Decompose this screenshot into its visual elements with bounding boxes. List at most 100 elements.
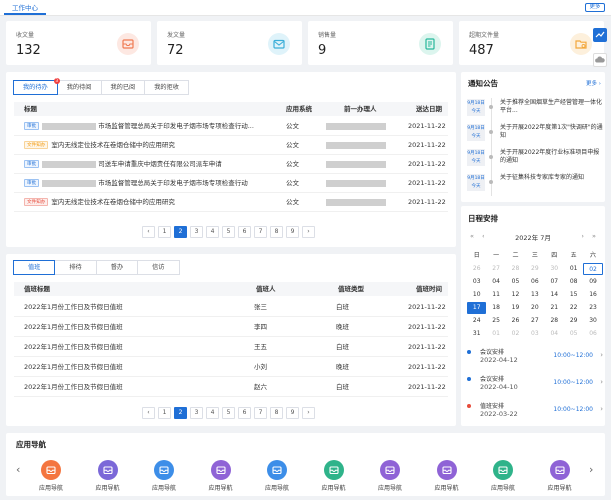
duty-row[interactable]: 2022年1月份工作日及节假日值班 小刘 晚班 2021-11-22 — [14, 357, 448, 377]
calendar-day[interactable]: 30 — [545, 263, 564, 275]
tab-my-rejected[interactable]: 我的拒收 — [144, 80, 189, 95]
page-button[interactable]: 8 — [270, 407, 283, 419]
tab-my-toread[interactable]: 我的待阅 — [56, 80, 102, 95]
next-month-icon[interactable]: › — [581, 232, 584, 240]
calendar-day[interactable]: 02 — [506, 328, 525, 340]
calendar-day[interactable]: 14 — [545, 289, 564, 301]
page-button[interactable]: 9 — [286, 226, 299, 238]
next-page-button[interactable]: › — [302, 407, 315, 419]
page-button[interactable]: 9 — [286, 407, 299, 419]
calendar-day[interactable]: 26 — [467, 263, 486, 275]
calendar-day[interactable]: 01 — [564, 263, 583, 275]
duty-title[interactable]: 2022年1月份工作日及节假日值班 — [24, 377, 123, 397]
page-button[interactable]: 2 — [174, 226, 187, 238]
calendar-day[interactable]: 30 — [583, 315, 602, 327]
calendar-day[interactable]: 18 — [486, 302, 505, 314]
notice-item[interactable]: 9月18日 今天 关于征集科技专家库专家的通知 — [467, 174, 603, 196]
task-row[interactable]: 文件知办 室内无线定位技术在卷烟仓储中的应用研究 公文 2021-11-22 — [14, 193, 448, 212]
chart-icon[interactable] — [593, 28, 607, 42]
app-nav-item[interactable]: 应用导航 — [259, 460, 295, 492]
calendar-day[interactable]: 28 — [545, 315, 564, 327]
schedule-item[interactable]: 值班安排 2022-03-22 10:00~12:00 › — [467, 401, 603, 425]
duty-title[interactable]: 2022年1月份工作日及节假日值班 — [24, 297, 123, 317]
app-nav-item[interactable]: 应用导航 — [203, 460, 239, 492]
calendar-day[interactable]: 13 — [525, 289, 544, 301]
calendar-day[interactable]: 11 — [486, 289, 505, 301]
next-page-button[interactable]: › — [302, 226, 315, 238]
calendar-day[interactable]: 22 — [564, 302, 583, 314]
page-button[interactable]: 5 — [222, 226, 235, 238]
duty-title[interactable]: 2022年1月份工作日及节假日值班 — [24, 317, 123, 337]
task-row[interactable]: 审批 市场监督管理总局关于印发电子烟市场专项检查行动 公文 2021-11-22 — [14, 174, 448, 193]
calendar-day[interactable]: 26 — [506, 315, 525, 327]
page-button[interactable]: 4 — [206, 407, 219, 419]
page-button[interactable]: 3 — [190, 226, 203, 238]
calendar-day[interactable]: 08 — [564, 276, 583, 288]
calendar-day[interactable]: 16 — [583, 289, 602, 301]
calendar-day[interactable]: 27 — [525, 315, 544, 327]
page-button[interactable]: 6 — [238, 407, 251, 419]
page-button[interactable]: 5 — [222, 407, 235, 419]
tab-supervise[interactable]: 督办 — [95, 260, 139, 275]
page-button[interactable]: 2 — [174, 407, 187, 419]
notice-item[interactable]: 9月18日 今天 关于开展2022年度行业标准项目申报的通知 — [467, 149, 603, 171]
calendar-day[interactable]: 06 — [583, 328, 602, 340]
task-title[interactable]: 市场监督管理总局关于印发电子烟市场专项检查行动... — [98, 122, 254, 130]
calendar-day[interactable]: 19 — [506, 302, 525, 314]
duty-row[interactable]: 2022年1月份工作日及节假日值班 张三 白班 2021-11-22 — [14, 297, 448, 317]
chevron-right-icon[interactable]: › — [600, 351, 603, 359]
calendar-day[interactable]: 28 — [506, 263, 525, 275]
task-title[interactable]: 室内无线定位技术在卷烟仓储中的应用研究 — [51, 198, 175, 206]
calendar-day[interactable]: 29 — [525, 263, 544, 275]
calendar-day[interactable]: 23 — [583, 302, 602, 314]
calendar-day[interactable]: 12 — [506, 289, 525, 301]
calendar-day[interactable]: 21 — [545, 302, 564, 314]
prev-page-button[interactable]: ‹ — [142, 226, 155, 238]
more-button[interactable]: 更多 — [585, 3, 605, 12]
page-button[interactable]: 1 — [158, 226, 171, 238]
calendar-day[interactable]: 17 — [467, 302, 487, 314]
notice-text[interactable]: 关于开展2022年度行业标准项目申报的通知 — [500, 149, 604, 165]
app-nav-item[interactable]: 应用导航 — [429, 460, 465, 492]
calendar-day[interactable]: 03 — [525, 328, 544, 340]
calendar-day[interactable]: 06 — [525, 276, 544, 288]
tab-my-todo[interactable]: 我的待办 3 — [13, 78, 60, 95]
task-title[interactable]: 司送车申请重庆中烟责任有限公司派车申请 — [98, 160, 222, 168]
tab-schedule[interactable]: 排待 — [54, 260, 97, 275]
task-row[interactable]: 审批 司送车申请重庆中烟责任有限公司派车申请 公文 2021-11-22 — [14, 155, 448, 174]
calendar-day[interactable]: 04 — [545, 328, 564, 340]
next-year-icon[interactable]: » — [592, 232, 596, 240]
app-prev-icon[interactable]: ‹ — [16, 463, 20, 476]
task-title[interactable]: 市场监督管理总局关于印发电子烟市场专项检查行动 — [98, 179, 248, 187]
duty-title[interactable]: 2022年1月份工作日及节假日值班 — [24, 357, 123, 377]
app-nav-item[interactable]: 应用导航 — [146, 460, 182, 492]
prev-page-button[interactable]: ‹ — [142, 407, 155, 419]
calendar-day[interactable]: 03 — [467, 276, 486, 288]
calendar-day[interactable]: 27 — [486, 263, 505, 275]
duty-row[interactable]: 2022年1月份工作日及节假日值班 王五 白班 2021-11-22 — [14, 337, 448, 357]
app-nav-item[interactable]: 应用导航 — [542, 460, 578, 492]
notice-more-link[interactable]: 更多 › — [586, 79, 601, 87]
calendar-day[interactable]: 02 — [583, 263, 603, 275]
tab-petition[interactable]: 信访 — [137, 260, 180, 275]
notice-text[interactable]: 关于开展2022年度第1次"快调研"的通知 — [500, 124, 604, 140]
app-nav-item[interactable]: 应用导航 — [33, 460, 69, 492]
schedule-item[interactable]: 会议安排 2022-04-10 10:00~12:00 › — [467, 374, 603, 398]
calendar-day[interactable]: 15 — [564, 289, 583, 301]
calendar-day[interactable]: 04 — [486, 276, 505, 288]
calendar-day[interactable]: 09 — [583, 276, 602, 288]
chevron-right-icon[interactable]: › — [600, 378, 603, 386]
calendar-day[interactable]: 31 — [467, 328, 486, 340]
page-button[interactable]: 7 — [254, 407, 267, 419]
calendar-day[interactable]: 05 — [564, 328, 583, 340]
calendar-day[interactable]: 29 — [564, 315, 583, 327]
notice-item[interactable]: 9月18日 今天 关于推荐全国烟草生产经营管理一体化平台... — [467, 99, 603, 121]
duty-row[interactable]: 2022年1月份工作日及节假日值班 赵六 白班 2021-11-22 — [14, 377, 448, 397]
calendar-day[interactable]: 20 — [525, 302, 544, 314]
calendar-day[interactable]: 10 — [467, 289, 486, 301]
page-button[interactable]: 1 — [158, 407, 171, 419]
app-nav-item[interactable]: 应用导航 — [316, 460, 352, 492]
app-nav-item[interactable]: 应用导航 — [90, 460, 126, 492]
tab-my-read[interactable]: 我的已阅 — [100, 80, 146, 95]
schedule-item[interactable]: 会议安排 2022-04-12 10:00~12:00 › — [467, 347, 603, 371]
